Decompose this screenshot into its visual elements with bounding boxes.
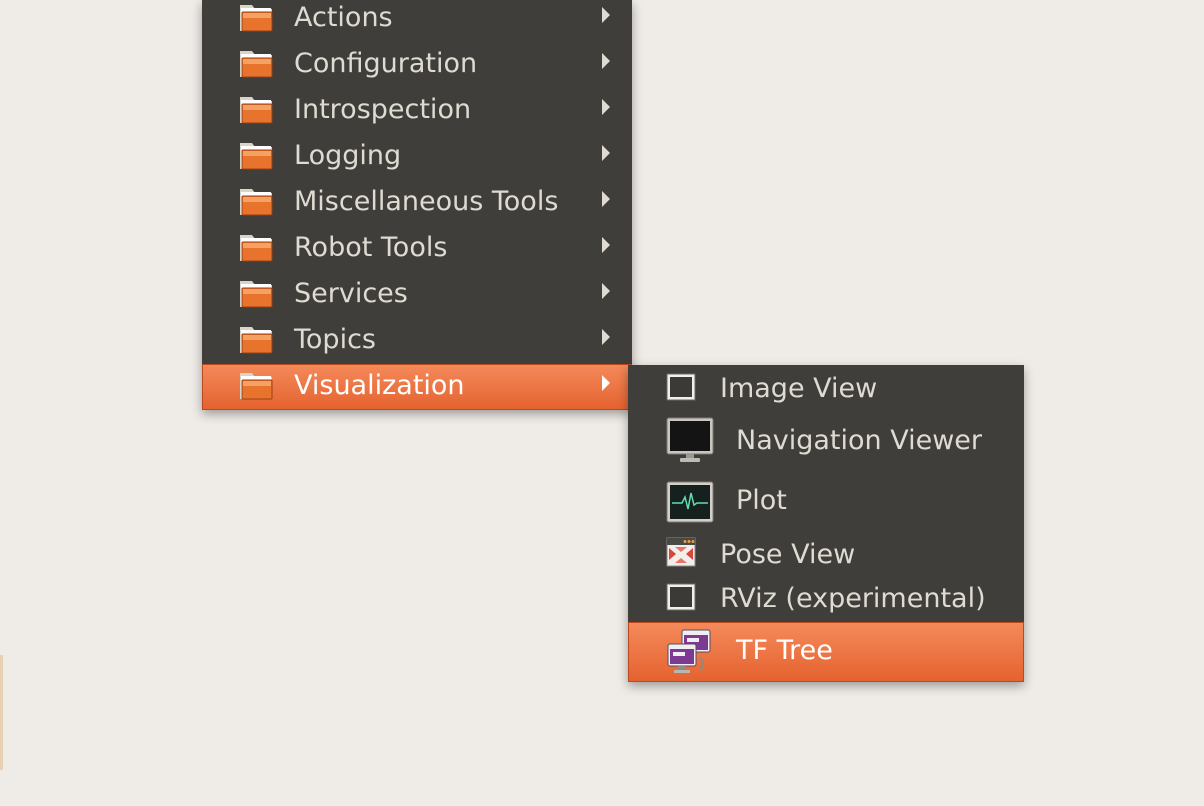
menu-item-label: Robot Tools <box>294 232 448 263</box>
menu-item-label: Logging <box>294 140 402 171</box>
menu-item-robot-tools[interactable]: Robot Tools <box>202 226 632 272</box>
plot-monitor-icon <box>666 481 714 523</box>
submenu-item-tf-tree[interactable]: TF Tree <box>628 622 1024 682</box>
folder-icon <box>239 278 273 308</box>
window-frame-icon <box>666 373 696 401</box>
submenu-arrow-icon <box>602 283 610 299</box>
menu-item-label: Introspection <box>294 94 472 125</box>
menu-item-label: Navigation Viewer <box>736 425 982 456</box>
menu-item-label: RViz (experimental) <box>720 583 986 614</box>
submenu-item-rviz[interactable]: RViz (experimental) <box>628 575 1024 621</box>
visualization-submenu: Image View Navigation Viewer Plot Pose V… <box>628 365 1024 682</box>
folder-icon <box>239 186 273 216</box>
submenu-arrow-icon <box>602 329 610 345</box>
menu-item-label: Plot <box>736 485 787 516</box>
submenu-arrow-icon <box>602 99 610 115</box>
folder-icon <box>239 2 273 32</box>
menu-item-label: TF Tree <box>736 635 833 666</box>
menu-item-topics[interactable]: Topics <box>202 318 632 364</box>
submenu-arrow-icon <box>602 145 610 161</box>
submenu-item-image-view[interactable]: Image View <box>628 365 1024 409</box>
monitor-icon <box>666 417 714 463</box>
folder-icon <box>239 140 273 170</box>
submenu-item-navigation-viewer[interactable]: Navigation Viewer <box>628 409 1024 469</box>
folder-icon <box>239 94 273 124</box>
folder-icon <box>239 48 273 78</box>
submenu-arrow-icon <box>602 53 610 69</box>
menu-item-services[interactable]: Services <box>202 272 632 318</box>
menu-item-label: Miscellaneous Tools <box>294 186 559 217</box>
menu-item-label: Pose View <box>720 539 856 570</box>
folder-icon <box>239 232 273 262</box>
menu-item-label: Topics <box>294 324 376 355</box>
submenu-item-pose-view[interactable]: Pose View <box>628 533 1024 575</box>
menu-item-actions[interactable]: Actions <box>202 0 632 42</box>
menu-item-configuration[interactable]: Configuration <box>202 42 632 88</box>
menu-item-label: Configuration <box>294 48 478 79</box>
submenu-arrow-icon <box>602 237 610 253</box>
submenu-item-plot[interactable]: Plot <box>628 469 1024 533</box>
pose-view-icon <box>666 537 696 567</box>
folder-icon <box>239 370 273 400</box>
menu-item-label: Visualization <box>294 370 465 401</box>
menu-item-miscellaneous-tools[interactable]: Miscellaneous Tools <box>202 180 632 226</box>
submenu-arrow-icon <box>602 191 610 207</box>
window-frame-icon <box>666 583 696 611</box>
submenu-arrow-icon <box>602 7 610 23</box>
window-edge <box>0 655 3 770</box>
menu-item-label: Actions <box>294 2 393 33</box>
menu-item-introspection[interactable]: Introspection <box>202 88 632 134</box>
folder-icon <box>239 324 273 354</box>
menu-item-visualization[interactable]: Visualization <box>202 364 632 410</box>
menu-item-label: Services <box>294 278 408 309</box>
tf-tree-icon <box>666 628 714 676</box>
plugins-menu: Actions Configuration Introspection Logg… <box>202 0 632 410</box>
menu-item-label: Image View <box>720 373 878 404</box>
submenu-arrow-icon <box>602 375 610 391</box>
menu-item-logging[interactable]: Logging <box>202 134 632 180</box>
